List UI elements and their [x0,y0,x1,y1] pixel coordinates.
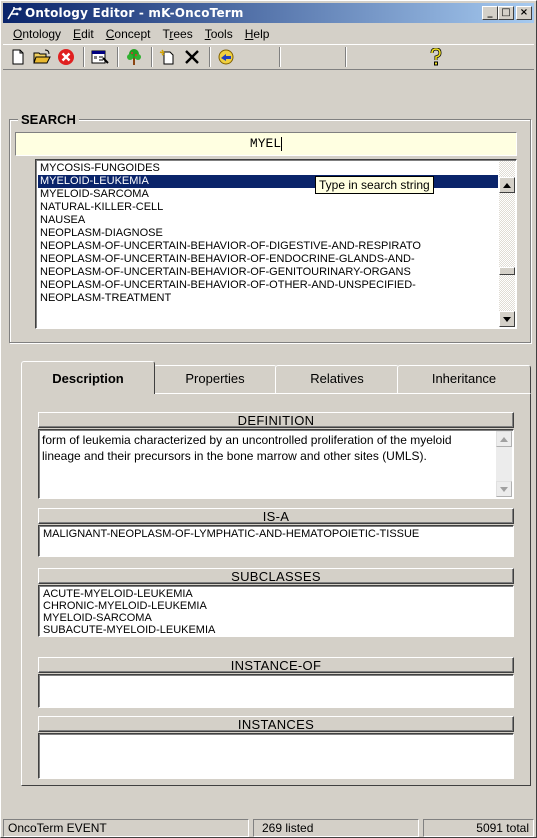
tab-strip: Description Properties Relatives Inherit… [21,361,531,394]
scroll-down-button[interactable] [496,481,512,497]
delete-button[interactable] [55,46,77,68]
new-concept-icon [159,49,174,65]
ontology-editor-window: Ontology Editor - mK-OncoTerm _ □ × Onto… [0,0,537,838]
arrow-up-icon [500,436,508,442]
instance-of-box[interactable] [38,674,514,708]
properties-icon [91,50,109,64]
list-item[interactable]: NAUSEA [38,214,498,227]
open-folder-icon [33,49,51,64]
menu-edit[interactable]: Edit [67,27,100,41]
scroll-down-button[interactable] [499,311,515,327]
description-panel: DEFINITION form of leukemia characterize… [21,393,531,786]
tree-icon [127,49,141,65]
search-icon [218,49,234,65]
maximize-button[interactable]: □ [498,6,514,20]
delete-red-icon [58,49,74,65]
definition-box[interactable]: form of leukemia characterized by an unc… [38,429,514,499]
instances-header: INSTANCES [38,716,514,732]
list-item[interactable]: NEOPLASM-TREATMENT [38,292,498,305]
definition-scrollbar[interactable] [496,431,512,497]
subclass-item[interactable]: ACUTE-MYELOID-LEUKEMIA [43,588,513,600]
status-mode: OncoTerm EVENT [3,819,249,837]
arrow-down-icon [503,316,511,322]
menu-trees[interactable]: Trees [156,27,198,41]
list-item[interactable]: NEOPLASM-OF-UNCERTAIN-BEHAVIOR-OF-GENITO… [38,266,498,279]
properties-button[interactable] [89,46,111,68]
new-concept-button[interactable] [157,46,179,68]
instances-box[interactable] [38,733,514,779]
list-scrollbar[interactable] [499,161,515,327]
search-query: MYEL [249,136,282,151]
help-button[interactable] [425,46,447,68]
instance-of-header: INSTANCE-OF [38,657,514,673]
search-results-list[interactable]: MYCOSIS-FUNGOIDES MYELOID-LEUKEMIA MYELO… [35,159,517,329]
status-listed: 269 listed [253,819,419,837]
is-a-item[interactable]: MALIGNANT-NEOPLASM-OF-LYMPHATIC-AND-HEMA… [43,528,513,540]
tab-properties[interactable]: Properties [153,365,277,393]
close-button[interactable]: × [516,6,532,20]
remove-button[interactable] [181,46,203,68]
minimize-button[interactable]: _ [482,6,498,20]
app-tree-icon [6,5,22,21]
menu-concept[interactable]: Concept [100,27,157,41]
subclass-item[interactable]: SUBACUTE-MYELOID-LEUKEMIA [43,624,513,636]
definition-text: form of leukemia characterized by an unc… [42,433,452,463]
search-group-title: SEARCH [18,112,79,127]
new-file-icon [12,49,24,65]
menu-ontology[interactable]: Ontology [7,27,67,41]
scroll-up-button[interactable] [499,177,515,193]
menu-bar: Ontology Edit Concept Trees Tools Help [3,24,534,43]
open-button[interactable] [31,46,53,68]
list-item[interactable]: NEOPLASM-OF-UNCERTAIN-BEHAVIOR-OF-OTHER-… [38,279,498,292]
menu-help[interactable]: Help [239,27,276,41]
is-a-box[interactable]: MALIGNANT-NEOPLASM-OF-LYMPHATIC-AND-HEMA… [38,525,514,557]
menu-tools[interactable]: Tools [199,27,239,41]
tab-relatives[interactable]: Relatives [275,365,399,393]
is-a-header: IS-A [38,508,514,524]
window-title: Ontology Editor - mK-OncoTerm [25,6,244,20]
subclass-item[interactable]: CHRONIC-MYELOID-LEUKEMIA [43,600,513,612]
search-tooltip: Type in search string [315,176,434,194]
search-input[interactable]: MYEL [15,132,517,156]
toolbar [3,44,534,70]
scroll-up-button[interactable] [496,431,512,447]
find-button[interactable] [215,46,237,68]
arrow-down-icon [500,486,508,492]
list-item[interactable]: NEOPLASM-DIAGNOSE [38,227,498,240]
definition-header: DEFINITION [38,412,514,428]
help-question-icon [430,48,442,66]
status-total: 5091 total [423,819,534,837]
arrow-up-icon [503,182,511,188]
text-caret [281,136,283,151]
tab-description[interactable]: Description [21,361,155,394]
title-bar[interactable]: Ontology Editor - mK-OncoTerm _ □ × [3,3,534,23]
list-item[interactable]: MYCOSIS-FUNGOIDES [38,162,498,175]
scroll-thumb[interactable] [499,267,515,275]
list-item[interactable]: NEOPLASM-OF-UNCERTAIN-BEHAVIOR-OF-DIGEST… [38,240,498,253]
status-bar: OncoTerm EVENT 269 listed 5091 total [3,817,534,837]
subclasses-box[interactable]: ACUTE-MYELOID-LEUKEMIA CHRONIC-MYELOID-L… [38,585,514,637]
tree-button[interactable] [123,46,145,68]
list-item[interactable]: NATURAL-KILLER-CELL [38,201,498,214]
subclasses-header: SUBCLASSES [38,568,514,584]
subclass-item[interactable]: MYELOID-SARCOMA [43,612,513,624]
cross-delete-icon [185,50,199,64]
tab-inheritance[interactable]: Inheritance [397,365,531,393]
new-file-button[interactable] [7,46,29,68]
list-item[interactable]: NEOPLASM-OF-UNCERTAIN-BEHAVIOR-OF-ENDOCR… [38,253,498,266]
